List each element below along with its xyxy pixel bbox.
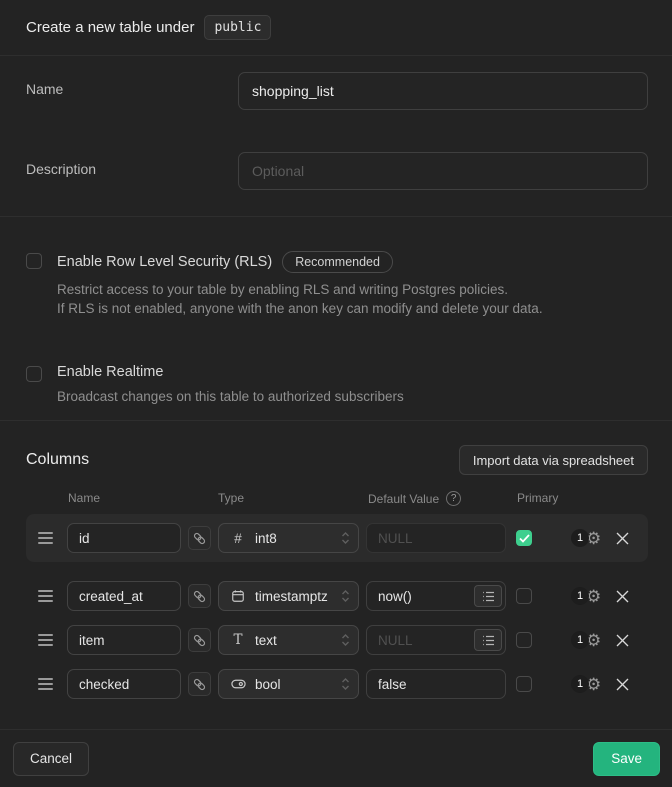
text-icon: T xyxy=(230,632,246,648)
foreign-key-link-icon[interactable] xyxy=(188,672,211,696)
basic-info-section: Name Description xyxy=(0,56,672,217)
rls-label: Enable Row Level Security (RLS) xyxy=(57,254,272,270)
drag-handle-icon[interactable] xyxy=(38,678,58,690)
columns-table-headers: Name Type Default Value ? Primary xyxy=(68,491,648,506)
realtime-label: Enable Realtime xyxy=(57,364,163,380)
boolean-icon xyxy=(230,679,246,689)
column-name-input[interactable] xyxy=(67,581,181,611)
column-settings-button[interactable]: 1 ⚙ xyxy=(571,675,601,693)
foreign-key-link-icon[interactable] xyxy=(188,584,211,608)
drag-handle-icon[interactable] xyxy=(38,590,58,602)
save-button[interactable]: Save xyxy=(593,742,660,776)
cancel-button[interactable]: Cancel xyxy=(13,742,89,776)
foreign-key-link-icon[interactable] xyxy=(188,526,211,550)
import-spreadsheet-button[interactable]: Import data via spreadsheet xyxy=(459,445,648,475)
primary-checkbox[interactable] xyxy=(516,676,532,692)
close-icon xyxy=(616,590,629,603)
panel-header: Create a new table under public xyxy=(0,0,672,56)
header-name: Name xyxy=(68,491,218,506)
rls-checkbox[interactable] xyxy=(26,253,42,269)
header-type: Type xyxy=(218,491,368,506)
columns-section: Columns Import data via spreadsheet Name… xyxy=(0,421,672,729)
remove-column-button[interactable] xyxy=(614,530,630,546)
rls-toggle-row: Enable Row Level Security (RLS) Recommen… xyxy=(26,251,648,318)
drag-handle-icon[interactable] xyxy=(38,532,58,544)
help-icon[interactable]: ? xyxy=(446,491,461,506)
create-table-panel: Create a new table under public Name Des… xyxy=(0,0,672,787)
panel-footer: Cancel Save xyxy=(0,729,672,787)
column-settings-button[interactable]: 1 ⚙ xyxy=(571,529,601,547)
checkmark-icon xyxy=(519,534,530,543)
column-name-input[interactable] xyxy=(67,669,181,699)
default-value-picker-button[interactable] xyxy=(474,629,502,651)
header-primary: Primary xyxy=(517,491,558,506)
calendar-icon xyxy=(230,589,246,603)
primary-checkbox[interactable] xyxy=(516,588,532,604)
table-name-input[interactable] xyxy=(238,72,648,110)
primary-checkbox[interactable] xyxy=(516,632,532,648)
column-row-item: T text 1 ⚙ xyxy=(26,618,648,662)
foreign-key-link-icon[interactable] xyxy=(188,628,211,652)
realtime-toggle-row: Enable Realtime Broadcast changes on thi… xyxy=(26,364,648,406)
list-icon xyxy=(482,591,495,602)
column-name-input[interactable] xyxy=(67,523,181,553)
remove-column-button[interactable] xyxy=(614,676,630,692)
column-type-select[interactable]: timestamptz xyxy=(218,581,359,611)
realtime-checkbox[interactable] xyxy=(26,366,42,382)
recommended-badge: Recommended xyxy=(282,251,393,273)
name-label: Name xyxy=(26,72,238,110)
columns-title: Columns xyxy=(26,451,89,469)
column-type-select[interactable]: bool xyxy=(218,669,359,699)
panel-title: Create a new table under xyxy=(26,19,194,36)
close-icon xyxy=(616,532,629,545)
remove-column-button[interactable] xyxy=(614,588,630,604)
rls-description: Restrict access to your table by enablin… xyxy=(57,280,543,318)
settings-count-badge: 1 xyxy=(571,587,589,605)
default-value-picker-button[interactable] xyxy=(474,585,502,607)
column-row-id: # int8 1 ⚙ xyxy=(26,514,648,562)
settings-count-badge: 1 xyxy=(571,631,589,649)
column-type-select[interactable]: # int8 xyxy=(218,523,359,553)
columns-rows: # int8 1 ⚙ xyxy=(26,514,648,706)
schema-chip: public xyxy=(204,15,271,40)
close-icon xyxy=(616,634,629,647)
table-description-input[interactable] xyxy=(238,152,648,190)
select-chevrons-icon xyxy=(341,589,350,603)
primary-checkbox[interactable] xyxy=(516,530,532,546)
hash-icon: # xyxy=(230,531,246,546)
select-chevrons-icon xyxy=(341,633,350,647)
list-icon xyxy=(482,635,495,646)
column-settings-button[interactable]: 1 ⚙ xyxy=(571,587,601,605)
select-chevrons-icon xyxy=(341,677,350,691)
column-row-created-at: timestamptz 1 ⚙ xyxy=(26,574,648,618)
column-name-input[interactable] xyxy=(67,625,181,655)
settings-count-badge: 1 xyxy=(571,529,589,547)
description-label: Description xyxy=(26,152,238,190)
drag-handle-icon[interactable] xyxy=(38,634,58,646)
header-default-value: Default Value xyxy=(368,492,439,506)
toggles-section: Enable Row Level Security (RLS) Recommen… xyxy=(0,217,672,421)
default-value-input[interactable] xyxy=(366,523,506,553)
default-value-input[interactable] xyxy=(366,669,506,699)
select-chevrons-icon xyxy=(341,531,350,545)
column-row-checked: bool 1 ⚙ xyxy=(26,662,648,706)
remove-column-button[interactable] xyxy=(614,632,630,648)
realtime-description: Broadcast changes on this table to autho… xyxy=(57,387,404,406)
column-type-select[interactable]: T text xyxy=(218,625,359,655)
column-settings-button[interactable]: 1 ⚙ xyxy=(571,631,601,649)
close-icon xyxy=(616,678,629,691)
settings-count-badge: 1 xyxy=(571,675,589,693)
